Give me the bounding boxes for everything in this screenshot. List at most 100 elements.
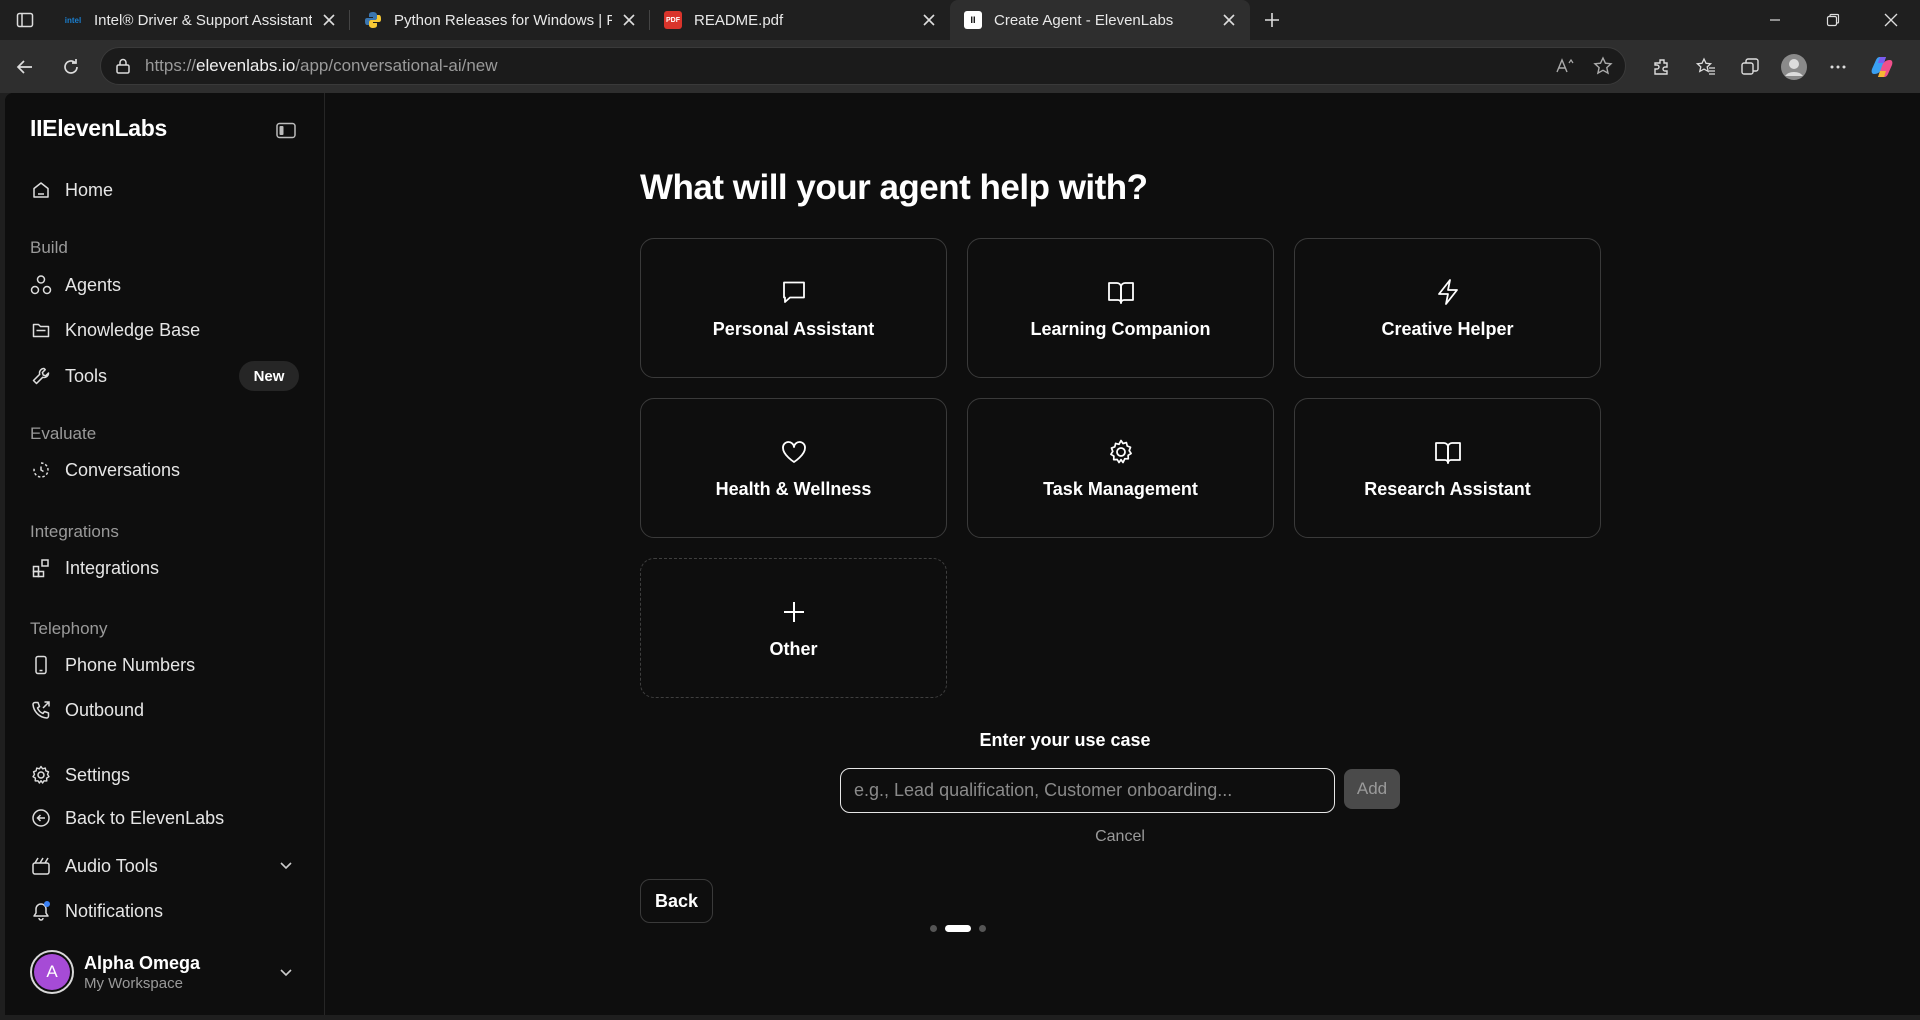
site-info-icon[interactable] bbox=[113, 56, 133, 76]
read-aloud-icon[interactable] bbox=[1555, 56, 1575, 76]
extensions-icon[interactable] bbox=[1640, 40, 1684, 93]
sidebar-item-label: Integrations bbox=[65, 557, 160, 578]
close-icon[interactable] bbox=[318, 9, 340, 31]
page-title: What will your agent help with? bbox=[640, 168, 1148, 207]
collapse-sidebar-button[interactable] bbox=[276, 122, 296, 139]
close-icon[interactable] bbox=[918, 9, 940, 31]
option-card-task-management[interactable]: Task Management bbox=[967, 398, 1274, 538]
tab-python[interactable]: Python Releases for Windows | Py bbox=[350, 0, 650, 40]
back-nav-button[interactable] bbox=[2, 47, 48, 87]
option-card-health-wellness[interactable]: Health & Wellness bbox=[640, 398, 947, 538]
sidebar-item-back-to-elevenlabs[interactable]: Back to ElevenLabs bbox=[30, 803, 224, 833]
pdf-icon: PDF bbox=[664, 11, 682, 29]
back-button[interactable]: Back bbox=[640, 879, 713, 923]
sidebar-item-label: Audio Tools bbox=[65, 855, 158, 876]
profile-icon[interactable] bbox=[1772, 40, 1816, 93]
elevenlabs-logo[interactable]: IIElevenLabs bbox=[30, 115, 167, 142]
elevenlabs-icon: II bbox=[964, 11, 982, 29]
plus-icon bbox=[1265, 13, 1279, 27]
sidebar-item-conversations[interactable]: Conversations bbox=[30, 455, 180, 485]
tab-title: Intel® Driver & Support Assistant bbox=[94, 11, 312, 29]
user-menu[interactable]: A Alpha Omega My Workspace bbox=[30, 950, 200, 994]
gear-icon bbox=[1106, 437, 1136, 467]
minimize-button[interactable] bbox=[1746, 0, 1804, 40]
tab-readme-pdf[interactable]: PDF README.pdf bbox=[650, 0, 950, 40]
option-card-other[interactable]: Other bbox=[640, 558, 947, 698]
section-label-evaluate: Evaluate bbox=[30, 424, 97, 443]
browser-tab-bar: intel Intel® Driver & Support Assistant … bbox=[0, 0, 1920, 40]
sidebar-item-outbound[interactable]: Outbound bbox=[30, 695, 144, 725]
close-icon[interactable] bbox=[618, 9, 640, 31]
sidebar-item-label: Outbound bbox=[65, 699, 145, 720]
url-text: https://elevenlabs.io/app/conversational… bbox=[145, 56, 498, 75]
sidebar-item-knowledge-base[interactable]: Knowledge Base bbox=[30, 315, 200, 345]
more-options-icon[interactable] bbox=[1816, 40, 1860, 93]
option-label: Task Management bbox=[1043, 478, 1198, 499]
toolbar-extensions bbox=[1640, 40, 1904, 93]
option-label: Learning Companion bbox=[1030, 318, 1211, 339]
chevron-down-icon[interactable] bbox=[279, 858, 293, 872]
usecase-input[interactable] bbox=[840, 768, 1335, 813]
add-button[interactable]: Add bbox=[1344, 769, 1400, 809]
heart-icon bbox=[779, 437, 809, 467]
favorites-icon[interactable] bbox=[1684, 40, 1728, 93]
arrow-left-circle-icon bbox=[30, 807, 52, 829]
favorite-star-icon[interactable] bbox=[1593, 56, 1613, 76]
close-icon[interactable] bbox=[1218, 9, 1240, 31]
sidebar-item-integrations[interactable]: Integrations bbox=[30, 553, 159, 583]
lightning-icon bbox=[1433, 277, 1463, 307]
cancel-button[interactable]: Cancel bbox=[840, 828, 1400, 846]
conversations-icon bbox=[30, 459, 52, 481]
sidebar-item-label: Home bbox=[65, 179, 114, 200]
collections-icon[interactable] bbox=[1728, 40, 1772, 93]
option-label: Research Assistant bbox=[1364, 478, 1531, 499]
integrations-icon bbox=[30, 557, 52, 579]
restore-button[interactable] bbox=[1804, 0, 1862, 40]
phone-device-icon bbox=[30, 654, 52, 676]
refresh-button[interactable] bbox=[48, 47, 94, 87]
sidebar-item-agents[interactable]: Agents bbox=[30, 270, 121, 300]
new-badge: New bbox=[239, 361, 299, 391]
sidebar-item-phone-numbers[interactable]: Phone Numbers bbox=[30, 650, 195, 680]
tab-title: Python Releases for Windows | Py bbox=[394, 11, 612, 29]
sidebar-item-home[interactable]: Home bbox=[30, 175, 113, 205]
chevron-down-icon[interactable] bbox=[279, 965, 293, 979]
home-icon bbox=[30, 179, 52, 201]
tab-create-agent[interactable]: II Create Agent - ElevenLabs bbox=[950, 0, 1250, 40]
close-window-button[interactable] bbox=[1862, 0, 1920, 40]
tab-intel[interactable]: intel Intel® Driver & Support Assistant bbox=[50, 0, 350, 40]
intel-icon: intel bbox=[64, 15, 82, 25]
option-card-creative-helper[interactable]: Creative Helper bbox=[1294, 238, 1601, 378]
sidebar-item-tools[interactable]: Tools bbox=[30, 361, 107, 391]
sidebar-item-notifications[interactable]: Notifications bbox=[30, 896, 163, 926]
copilot-icon[interactable] bbox=[1860, 40, 1904, 93]
python-icon bbox=[364, 11, 382, 29]
option-card-personal-assistant[interactable]: Personal Assistant bbox=[640, 238, 947, 378]
section-label-integrations: Integrations bbox=[30, 522, 119, 541]
sidebar-item-label: Conversations bbox=[65, 459, 181, 480]
option-card-learning-companion[interactable]: Learning Companion bbox=[967, 238, 1274, 378]
tab-title: README.pdf bbox=[694, 11, 784, 29]
option-label: Creative Helper bbox=[1381, 318, 1514, 339]
sidebar-collapse-icon bbox=[276, 122, 296, 139]
gear-icon bbox=[30, 764, 52, 786]
wrench-icon bbox=[30, 365, 52, 387]
tab-actions-button[interactable] bbox=[0, 0, 50, 40]
option-label: Other bbox=[769, 638, 818, 659]
folder-icon bbox=[30, 319, 52, 341]
sidebar-item-label: Knowledge Base bbox=[65, 319, 201, 340]
sidebar-item-label: Settings bbox=[65, 764, 131, 785]
address-bar[interactable]: https://elevenlabs.io/app/conversational… bbox=[100, 47, 1626, 85]
sidebar-item-audio-tools[interactable]: Audio Tools bbox=[30, 851, 158, 881]
app-window: IIElevenLabs Home Build Agents Knowledge… bbox=[5, 93, 1920, 1015]
new-tab-button[interactable] bbox=[1250, 0, 1294, 40]
chat-bubble-icon bbox=[779, 277, 809, 307]
sidebar-item-settings[interactable]: Settings bbox=[30, 760, 130, 790]
audio-tools-icon bbox=[30, 855, 52, 877]
user-name: Alpha Omega bbox=[84, 952, 201, 973]
agents-icon bbox=[30, 274, 52, 296]
book-open-icon bbox=[1433, 437, 1463, 467]
sidebar-item-label: Notifications bbox=[65, 900, 164, 921]
refresh-icon bbox=[64, 58, 78, 74]
option-card-research-assistant[interactable]: Research Assistant bbox=[1294, 398, 1601, 538]
